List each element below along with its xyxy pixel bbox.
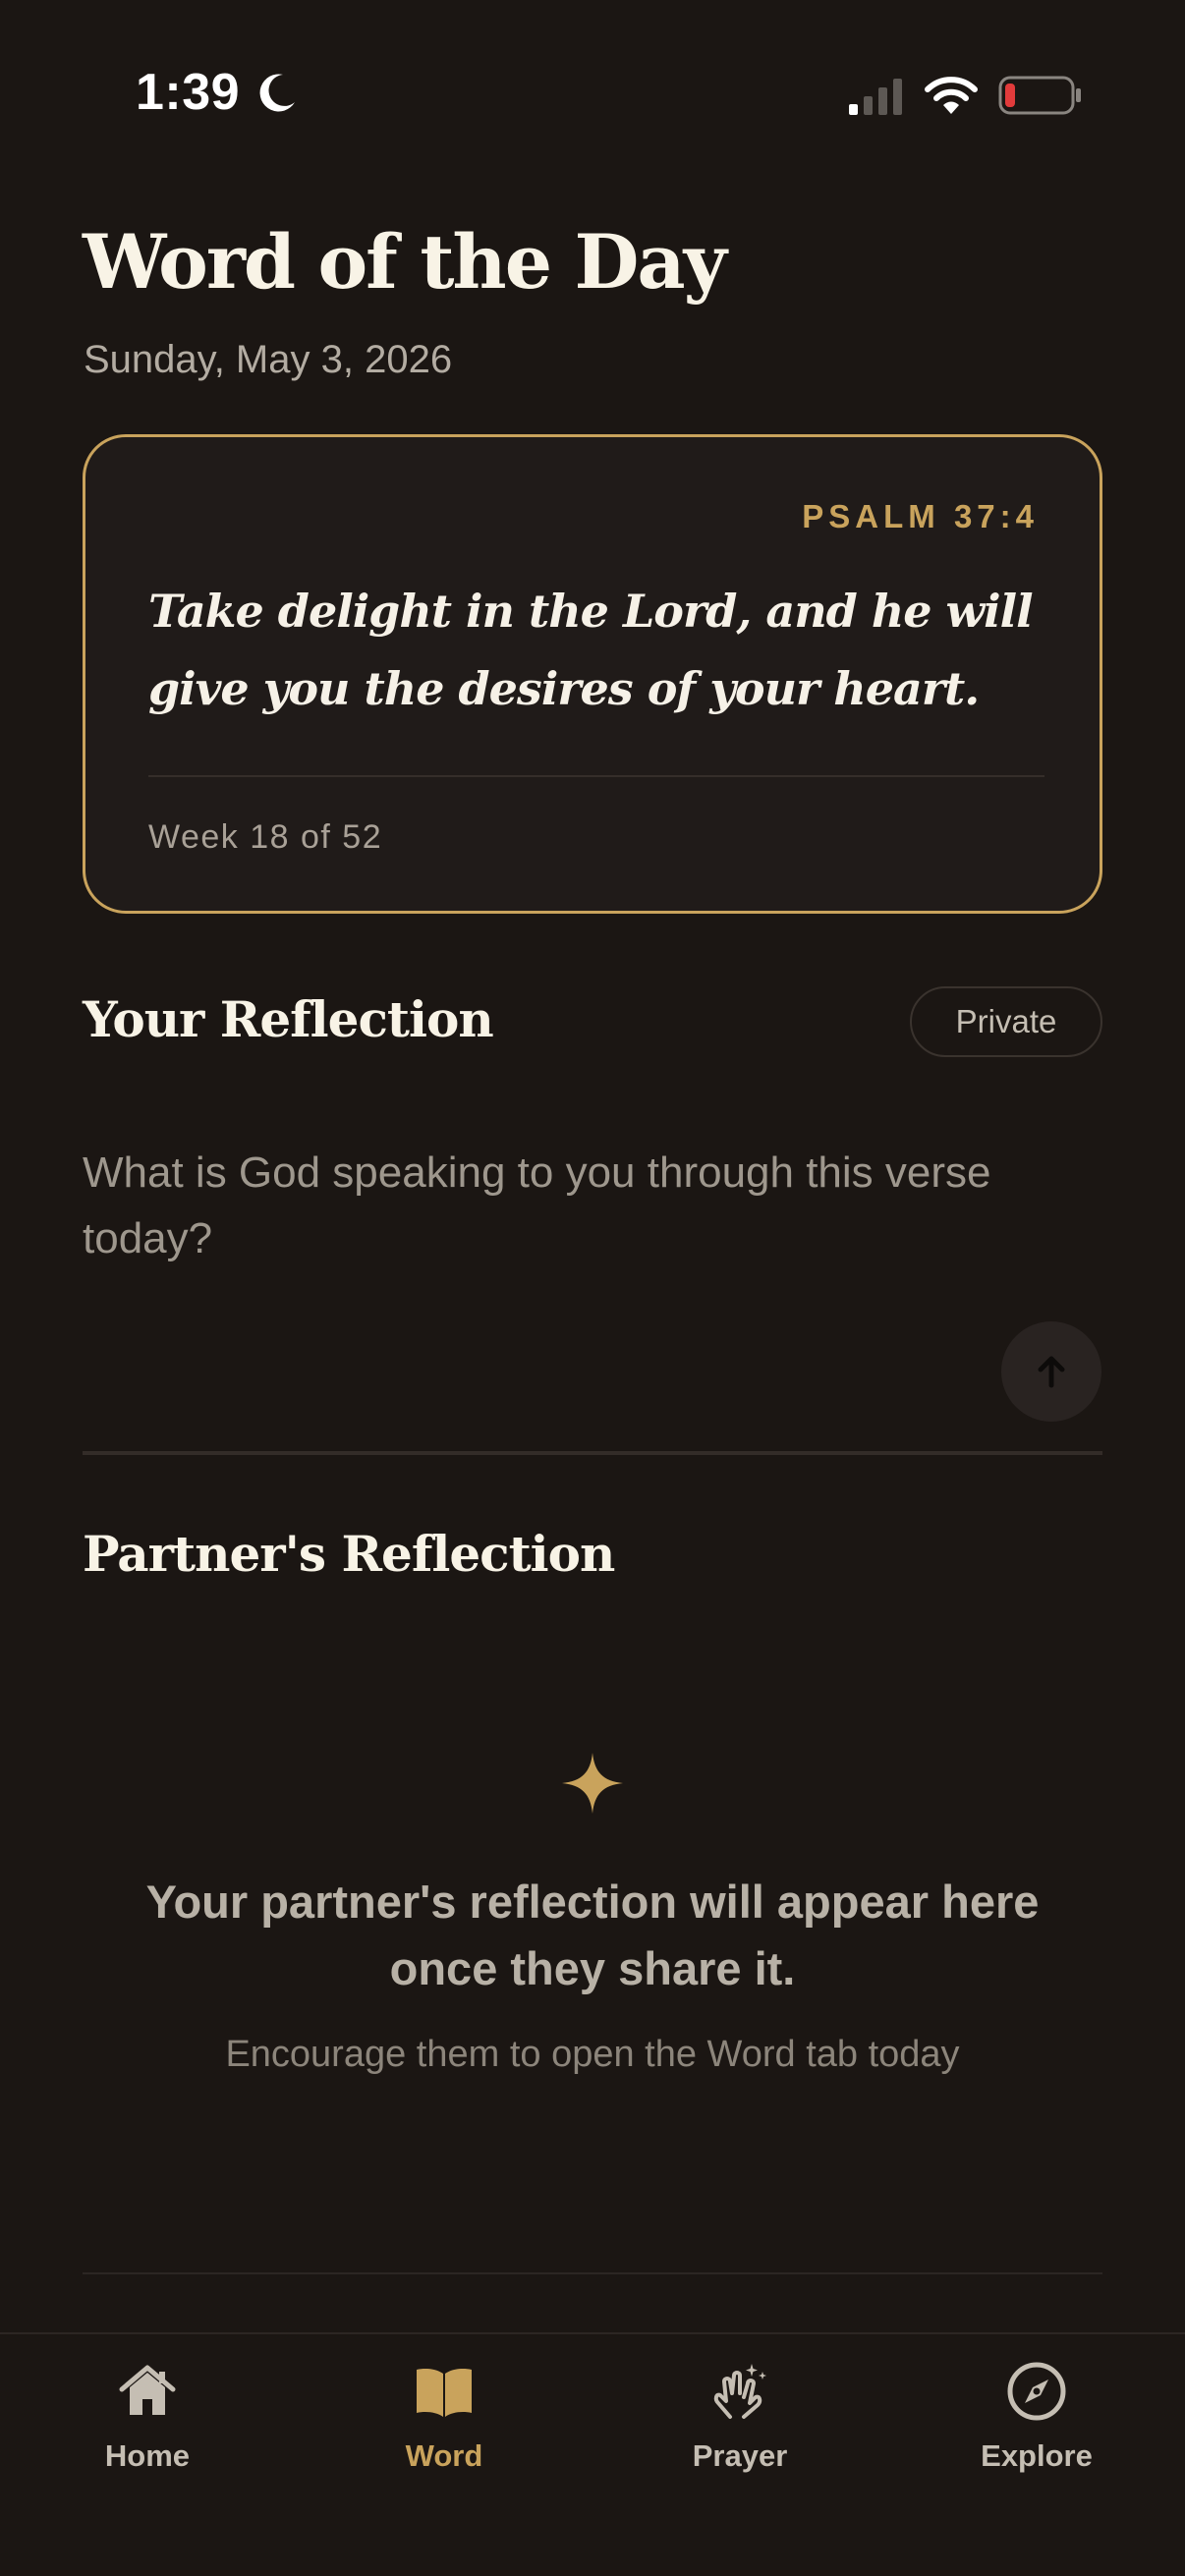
tab-bar: Home Word Prayer Explore xyxy=(0,2332,1185,2576)
praying-hands-icon xyxy=(713,2364,766,2419)
status-bar: 1:39 xyxy=(0,0,1185,187)
verse-card: PSALM 37:4 Take delight in the Lord, and… xyxy=(83,434,1102,914)
section-divider xyxy=(83,1451,1102,1455)
battery-icon xyxy=(998,76,1081,115)
partner-reflection-title: Partner's Reflection xyxy=(83,1525,615,1583)
tab-label: Explore xyxy=(981,2438,1093,2473)
page-date: Sunday, May 3, 2026 xyxy=(84,338,453,381)
signal-icon xyxy=(849,79,902,115)
partner-hint: Encourage them to open the Word tab toda… xyxy=(225,2034,960,2075)
compass-icon xyxy=(1007,2362,1066,2421)
tab-label: Word xyxy=(405,2438,483,2473)
verse-text: Take delight in the Lord, and he will gi… xyxy=(148,585,1034,715)
private-badge: Private xyxy=(910,986,1102,1057)
verse-reference: PSALM 37:4 xyxy=(802,498,1039,534)
page-title: Word of the Day xyxy=(83,218,727,306)
section-divider xyxy=(83,2272,1102,2274)
send-reflection-button[interactable] xyxy=(1001,1321,1101,1422)
tab-word[interactable]: Word xyxy=(336,2360,552,2507)
tab-explore[interactable]: Explore xyxy=(929,2360,1145,2507)
home-icon xyxy=(119,2365,176,2415)
book-icon xyxy=(417,2369,472,2417)
tab-home[interactable]: Home xyxy=(39,2360,255,2507)
your-reflection-title: Your Reflection xyxy=(83,990,494,1048)
status-time: 1:39 xyxy=(136,64,241,121)
reflection-input[interactable] xyxy=(83,1140,1026,1277)
arrow-up-icon xyxy=(1038,1356,1065,1388)
tab-prayer[interactable]: Prayer xyxy=(632,2360,848,2507)
partner-empty-message: Your partner's reflection will appear he… xyxy=(145,1876,1040,1994)
verse-week: Week 18 of 52 xyxy=(148,818,383,856)
sparkle-icon xyxy=(562,1753,623,1814)
wifi-icon xyxy=(925,77,978,114)
verse-divider xyxy=(148,775,1044,777)
moon-icon xyxy=(259,74,295,112)
tab-label: Home xyxy=(104,2438,191,2473)
tab-label: Prayer xyxy=(692,2438,788,2473)
